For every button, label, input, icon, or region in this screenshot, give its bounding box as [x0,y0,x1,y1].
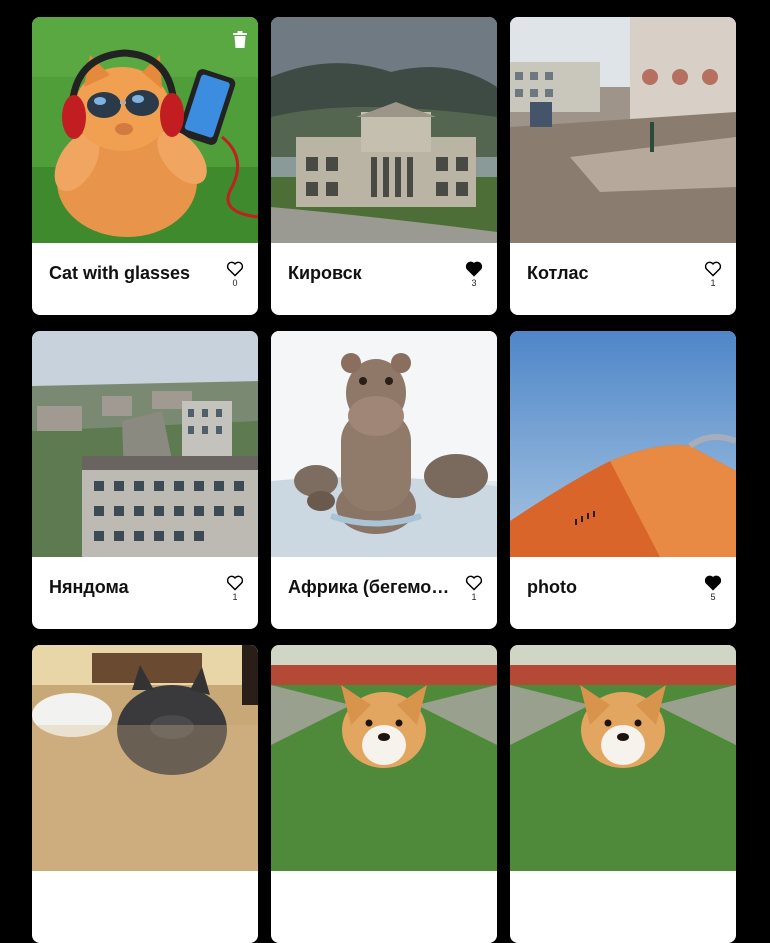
card-photo[interactable] [510,645,736,871]
card-photo[interactable] [32,645,258,871]
place-card: Cat with glasses 0 [32,17,258,315]
card-title: photo [527,577,577,597]
like-count: 0 [232,278,238,288]
card-photo[interactable] [32,331,258,557]
card-title: Кировск [288,263,362,283]
place-card: Котлас 1 [510,17,736,315]
heart-icon [704,575,722,591]
card-footer: Африка (бегемо… 1 [271,557,497,629]
like-button[interactable]: 1 [702,261,724,288]
like-count: 1 [471,592,477,602]
card-photo[interactable] [271,645,497,871]
card-title: Котлас [527,263,589,283]
photo-grid: Cat with glasses 0 Кировск 3 Котлас 1 Ня… [32,17,736,943]
card-footer: Кировск 3 [271,243,497,315]
like-count: 5 [710,592,716,602]
like-count: 1 [232,592,238,602]
place-card [271,645,497,943]
trash-icon[interactable] [232,31,248,49]
like-button[interactable]: 0 [224,261,246,288]
place-card: Кировск 3 [271,17,497,315]
card-footer: Котлас 1 [510,243,736,315]
card-footer: Няндома 1 [32,557,258,629]
like-button[interactable]: 3 [463,261,485,288]
like-count: 3 [471,278,477,288]
place-card [510,645,736,943]
card-title: Cat with glasses [49,263,191,283]
like-button[interactable]: 1 [224,575,246,602]
card-title: Африка (бегемо… [288,577,450,597]
like-button[interactable]: 1 [463,575,485,602]
card-photo[interactable] [32,17,258,243]
heart-icon [226,261,244,277]
heart-icon [704,261,722,277]
card-photo[interactable] [510,17,736,243]
place-card [32,645,258,943]
place-card: Няндома 1 [32,331,258,629]
card-footer: Cat with glasses 0 [32,243,258,315]
place-card: photo 5 [510,331,736,629]
card-title: Няндома [49,577,129,597]
heart-icon [465,261,483,277]
card-footer: photo 5 [510,557,736,629]
like-button[interactable]: 5 [702,575,724,602]
heart-icon [226,575,244,591]
card-photo[interactable] [271,331,497,557]
like-count: 1 [710,278,716,288]
card-photo[interactable] [510,331,736,557]
card-photo[interactable] [271,17,497,243]
heart-icon [465,575,483,591]
place-card: Африка (бегемо… 1 [271,331,497,629]
